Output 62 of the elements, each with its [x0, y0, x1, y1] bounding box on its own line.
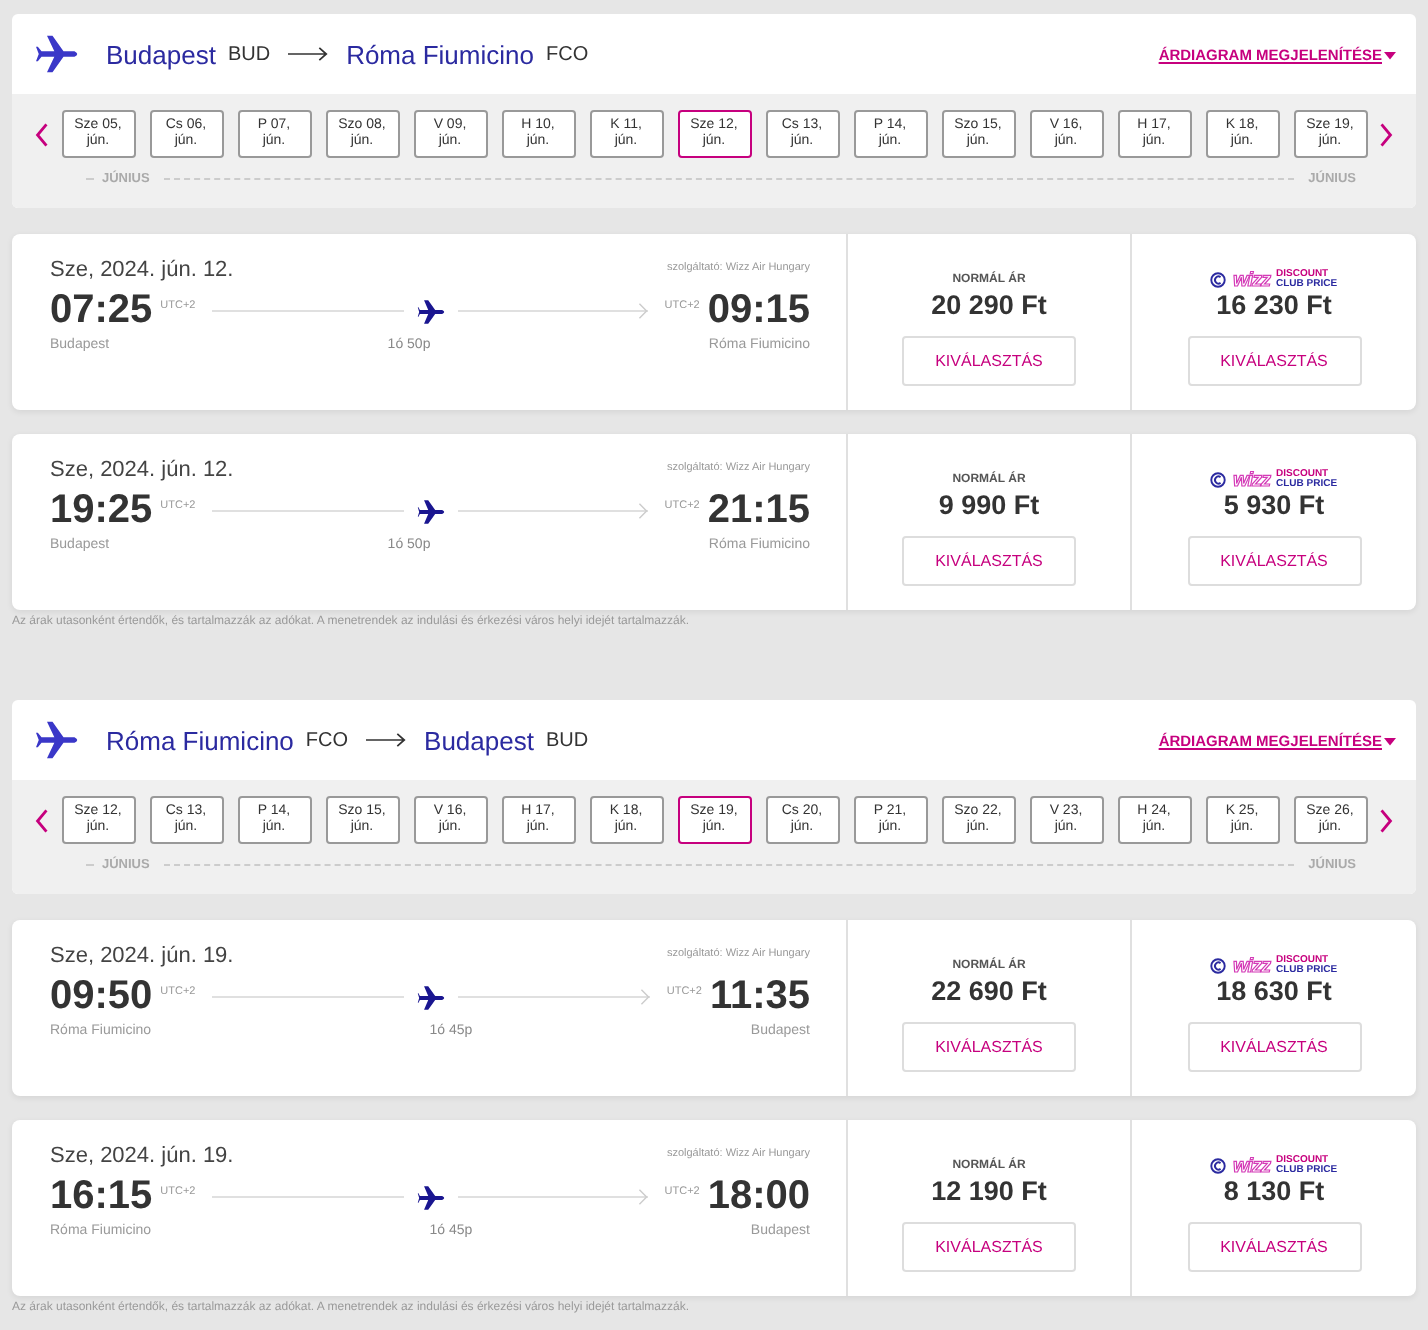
select-button[interactable]: KIVÁLASZTÁS: [1187, 1022, 1361, 1072]
fare-price: 5 930 Ft: [1223, 490, 1325, 520]
select-button[interactable]: KIVÁLASZTÁS: [1187, 336, 1361, 386]
airport-code: FCO: [305, 729, 349, 751]
flight-date: Sze, 2024. jún. 12.: [50, 258, 234, 282]
chevron-left-icon: [34, 121, 50, 147]
arrow-icon: [288, 44, 329, 64]
club-circle-icon: [1210, 1158, 1227, 1174]
airport-code: FCO: [545, 43, 589, 65]
flight-date: Sze, 2024. jún. 12.: [50, 458, 234, 482]
arrival-time: 21:15: [707, 488, 810, 534]
airplane-icon: [415, 1181, 445, 1213]
city-name: Róma Fiumicino: [346, 39, 534, 69]
airplane-icon: [36, 718, 80, 762]
chevron-right-icon: [1378, 121, 1394, 147]
airport-code: BUD: [545, 729, 589, 751]
select-button[interactable]: KIVÁLASZTÁS: [902, 1222, 1076, 1272]
club-circle-icon: [1210, 472, 1227, 488]
select-button[interactable]: KIVÁLASZTÁS: [902, 536, 1076, 586]
arrow-icon: [366, 730, 407, 750]
arrival-time: 09:15: [707, 288, 810, 334]
airplane-icon: [415, 495, 445, 527]
chevron-right-icon: [638, 1188, 649, 1206]
chevron-right-icon: [640, 988, 651, 1006]
club-circle-icon: [1210, 958, 1227, 974]
chevron-right-icon: [638, 502, 649, 520]
club-brand: wizz: [1232, 269, 1270, 291]
city-name: Budapest: [106, 39, 216, 69]
club-brand: wizz: [1232, 1155, 1270, 1177]
chevron-right-icon: [638, 302, 649, 320]
departure-time: 09:50: [50, 974, 153, 1020]
fare-price: 20 290 Ft: [931, 290, 1047, 320]
select-button[interactable]: KIVÁLASZTÁS: [1187, 536, 1361, 586]
caret-icon: [1384, 735, 1396, 745]
city-name: Róma Fiumicino: [106, 725, 294, 755]
airplane-icon: [416, 981, 447, 1013]
fare-price: 9 990 Ft: [938, 490, 1040, 520]
club-brand: wizz: [1232, 469, 1270, 491]
fare-price: 22 690 Ft: [931, 976, 1047, 1006]
arrival-time: 11:35: [709, 974, 810, 1020]
chevron-right-icon: [1378, 807, 1394, 833]
departure-time: 07:25: [50, 288, 153, 334]
fare-price: 16 230 Ft: [1216, 290, 1332, 320]
caret-icon: [1384, 49, 1396, 59]
departure-time: 16:15: [50, 1174, 153, 1220]
flight-date: Sze, 2024. jún. 19.: [50, 944, 234, 968]
city-name: Budapest: [424, 725, 534, 755]
fare-price: 18 630 Ft: [1216, 976, 1332, 1006]
airplane-icon: [36, 32, 80, 76]
select-button[interactable]: KIVÁLASZTÁS: [902, 1022, 1076, 1072]
club-circle-icon: [1210, 272, 1227, 288]
select-button[interactable]: KIVÁLASZTÁS: [902, 336, 1076, 386]
arrival-time: 18:00: [707, 1174, 810, 1220]
flight-date: Sze, 2024. jún. 19.: [50, 1144, 234, 1168]
airplane-icon: [415, 295, 445, 327]
airport-code: BUD: [227, 43, 271, 65]
fare-price: 12 190 Ft: [931, 1176, 1047, 1206]
club-brand: wizz: [1232, 955, 1270, 977]
departure-time: 19:25: [50, 488, 153, 534]
select-button[interactable]: KIVÁLASZTÁS: [1187, 1222, 1361, 1272]
chevron-left-icon: [34, 807, 50, 833]
fare-price: 8 130 Ft: [1223, 1176, 1325, 1206]
